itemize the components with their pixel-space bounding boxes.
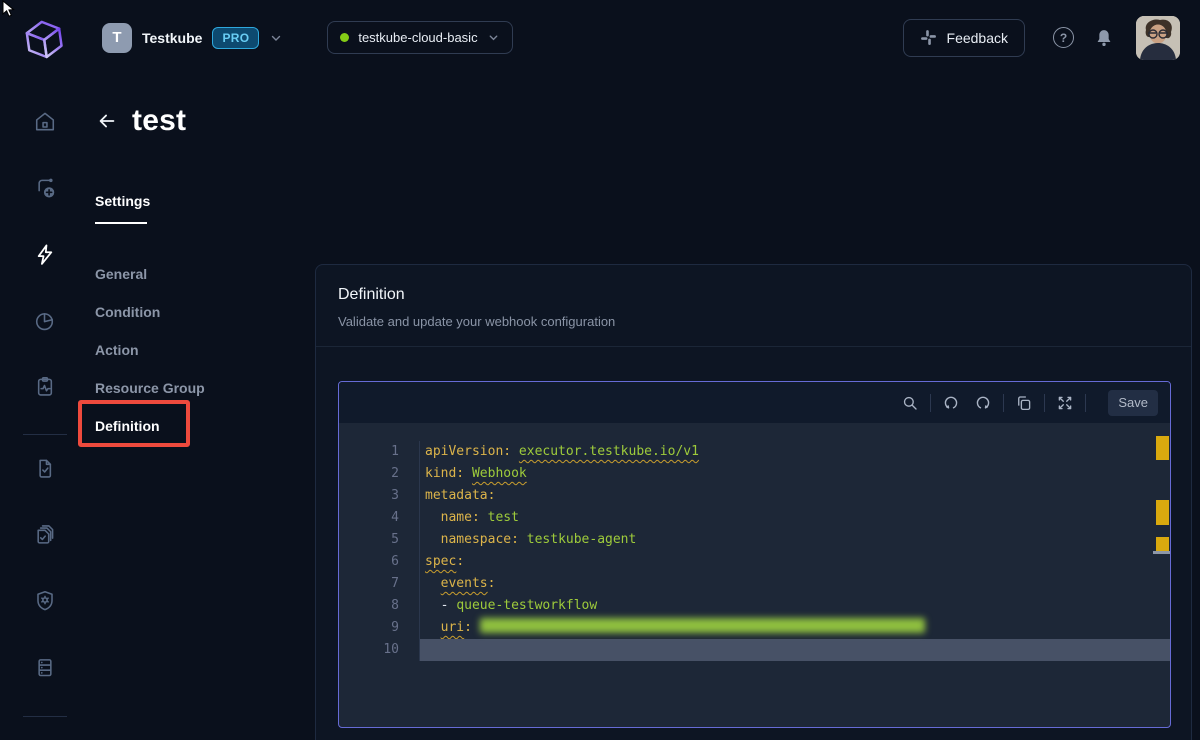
toolbar-separator bbox=[1085, 394, 1086, 412]
shield-gear-icon[interactable] bbox=[32, 589, 58, 612]
sidebar-divider bbox=[23, 434, 67, 435]
save-button[interactable]: Save bbox=[1108, 390, 1158, 416]
feedback-label: Feedback bbox=[947, 30, 1008, 46]
settings-subnav: GeneralConditionActionResource GroupDefi… bbox=[95, 255, 205, 445]
subnav-item-condition[interactable]: Condition bbox=[95, 293, 205, 331]
subnav-item-general[interactable]: General bbox=[95, 255, 205, 293]
code-line-7: 7 events: bbox=[339, 573, 1170, 595]
environment-selector[interactable]: testkube-cloud-basic bbox=[327, 21, 512, 54]
code-line-4: 4 name: test bbox=[339, 507, 1170, 529]
file-check-icon[interactable] bbox=[32, 457, 58, 480]
line-number: 7 bbox=[339, 573, 420, 595]
chevron-down-icon bbox=[269, 31, 283, 45]
subnav-item-definition[interactable]: Definition bbox=[95, 407, 205, 445]
page-title: test bbox=[132, 104, 186, 138]
redacted-url bbox=[480, 618, 925, 633]
panel-subtitle: Validate and update your webhook configu… bbox=[338, 314, 1169, 329]
code-line-2: 2kind: Webhook bbox=[339, 463, 1170, 485]
slack-icon bbox=[920, 29, 937, 46]
server-icon[interactable] bbox=[32, 656, 58, 679]
user-avatar[interactable] bbox=[1136, 16, 1180, 60]
sidebar-divider bbox=[23, 716, 67, 717]
code-line-8: 8 - queue-testworkflow bbox=[339, 595, 1170, 617]
code-line-3: 3metadata: bbox=[339, 485, 1170, 507]
code-line-6: 6spec: bbox=[339, 551, 1170, 573]
help-icon[interactable]: ? bbox=[1053, 27, 1074, 48]
line-number: 3 bbox=[339, 485, 420, 507]
code-line-10: 10 bbox=[339, 639, 1170, 661]
toolbar-separator bbox=[1003, 394, 1004, 412]
redo-icon[interactable] bbox=[974, 394, 992, 412]
copy-icon[interactable] bbox=[1015, 394, 1033, 412]
line-number: 1 bbox=[339, 441, 420, 463]
line-number: 6 bbox=[339, 551, 420, 573]
subnav-item-action[interactable]: Action bbox=[95, 331, 205, 369]
topbar: T Testkube PRO testkube-cloud-basic Feed… bbox=[0, 0, 1200, 75]
code-line-5: 5 namespace: testkube-agent bbox=[339, 529, 1170, 551]
org-switcher[interactable]: T Testkube PRO bbox=[102, 23, 283, 53]
environment-name: testkube-cloud-basic bbox=[358, 30, 477, 45]
page-header: test bbox=[96, 104, 186, 138]
definition-panel-header: Definition Validate and update your webh… bbox=[316, 265, 1191, 347]
feedback-button[interactable]: Feedback bbox=[903, 19, 1025, 57]
line-number: 5 bbox=[339, 529, 420, 551]
line-number: 9 bbox=[339, 617, 420, 639]
line-number: 4 bbox=[339, 507, 420, 529]
back-arrow-icon[interactable] bbox=[96, 110, 118, 132]
toolbar-separator bbox=[930, 394, 931, 412]
home-icon[interactable] bbox=[32, 110, 58, 133]
trigger-plus-icon[interactable] bbox=[32, 176, 58, 199]
code-line-9: 9 uri: bbox=[339, 617, 1170, 639]
sidebar bbox=[0, 75, 90, 739]
org-initial-badge: T bbox=[102, 23, 132, 53]
testkube-logo-icon[interactable] bbox=[20, 14, 68, 62]
yaml-editor: Save 1apiVersion: executor.testkube.io/v… bbox=[338, 381, 1171, 728]
code-area[interactable]: 1apiVersion: executor.testkube.io/v12kin… bbox=[339, 423, 1170, 728]
expand-icon[interactable] bbox=[1056, 394, 1074, 412]
pro-plan-badge: PRO bbox=[212, 27, 259, 49]
panel-title: Definition bbox=[338, 286, 1169, 304]
line-number: 10 bbox=[339, 639, 420, 661]
code-line-1: 1apiVersion: executor.testkube.io/v1 bbox=[339, 441, 1170, 463]
clipboard-pulse-icon[interactable] bbox=[32, 375, 58, 398]
subnav-item-resource-group[interactable]: Resource Group bbox=[95, 369, 205, 407]
notifications-bell-icon[interactable] bbox=[1094, 27, 1114, 49]
search-icon[interactable] bbox=[901, 394, 919, 412]
line-number: 2 bbox=[339, 463, 420, 485]
files-check-icon[interactable] bbox=[32, 523, 58, 546]
org-name: Testkube bbox=[142, 30, 202, 46]
topbar-right: Feedback ? bbox=[903, 16, 1180, 60]
chevron-down-icon bbox=[487, 31, 500, 44]
toolbar-separator bbox=[1044, 394, 1045, 412]
editor-toolbar: Save bbox=[339, 382, 1170, 423]
definition-panel: Definition Validate and update your webh… bbox=[315, 264, 1192, 740]
lightning-icon[interactable] bbox=[32, 243, 58, 266]
line-number: 8 bbox=[339, 595, 420, 617]
undo-icon[interactable] bbox=[942, 394, 960, 412]
tab-settings[interactable]: Settings bbox=[95, 193, 150, 209]
environment-status-dot bbox=[340, 33, 349, 42]
pie-chart-icon[interactable] bbox=[32, 309, 58, 332]
